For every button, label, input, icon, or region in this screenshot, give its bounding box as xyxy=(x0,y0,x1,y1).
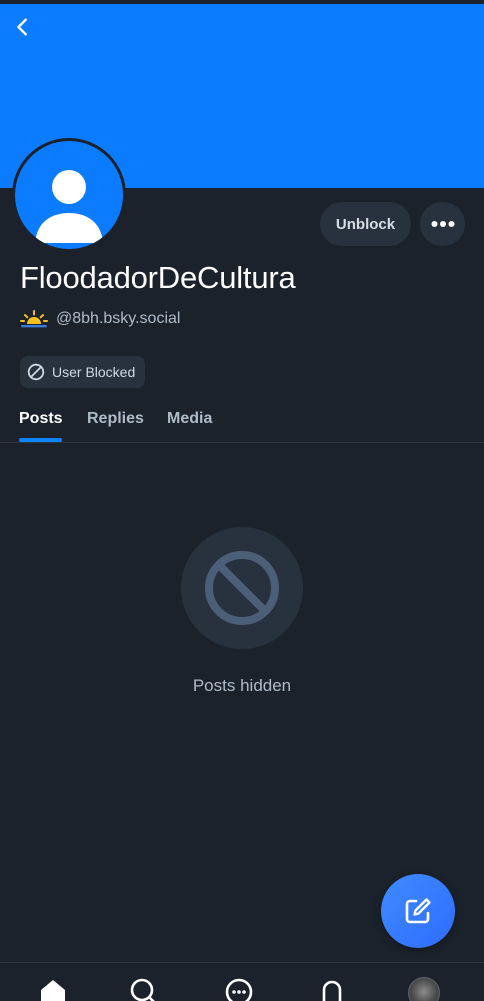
more-options-button[interactable] xyxy=(420,202,465,246)
profile-tabs: Posts Replies Media xyxy=(0,396,484,443)
block-icon xyxy=(203,549,281,627)
default-user-avatar xyxy=(15,141,123,249)
posts-hidden-text: Posts hidden xyxy=(0,676,484,696)
bottom-navigation xyxy=(0,962,484,1001)
avatar xyxy=(408,977,440,1001)
profile-handle: @8bh.bsky.social xyxy=(56,310,180,328)
tab-replies[interactable]: Replies xyxy=(87,396,144,442)
nav-profile[interactable] xyxy=(404,977,444,1001)
nav-search[interactable] xyxy=(124,977,164,1001)
display-name: FloodadorDeCultura xyxy=(20,260,296,296)
search-icon xyxy=(129,977,159,1001)
compose-icon xyxy=(402,895,434,927)
nav-notifications[interactable] xyxy=(312,977,352,1001)
chat-icon xyxy=(224,977,254,1001)
handle-row: @8bh.bsky.social xyxy=(20,307,180,331)
home-icon xyxy=(38,977,68,1001)
ellipsis-icon xyxy=(431,220,455,228)
tab-media[interactable]: Media xyxy=(167,396,212,442)
active-tab-indicator xyxy=(19,438,62,442)
compose-button[interactable] xyxy=(381,874,455,948)
block-icon xyxy=(27,363,45,381)
posts-hidden-icon-container xyxy=(181,527,303,649)
tab-posts[interactable]: Posts xyxy=(19,396,63,442)
chevron-left-icon xyxy=(12,16,34,38)
nav-home[interactable] xyxy=(33,977,73,1001)
nav-chat[interactable] xyxy=(219,977,259,1001)
back-button[interactable] xyxy=(8,12,38,42)
user-blocked-badge: User Blocked xyxy=(20,356,145,388)
avatar[interactable] xyxy=(12,138,126,252)
sunrise-icon xyxy=(20,309,48,329)
bell-icon xyxy=(317,977,347,1001)
user-blocked-label: User Blocked xyxy=(52,364,135,380)
unblock-button[interactable]: Unblock xyxy=(320,202,411,246)
